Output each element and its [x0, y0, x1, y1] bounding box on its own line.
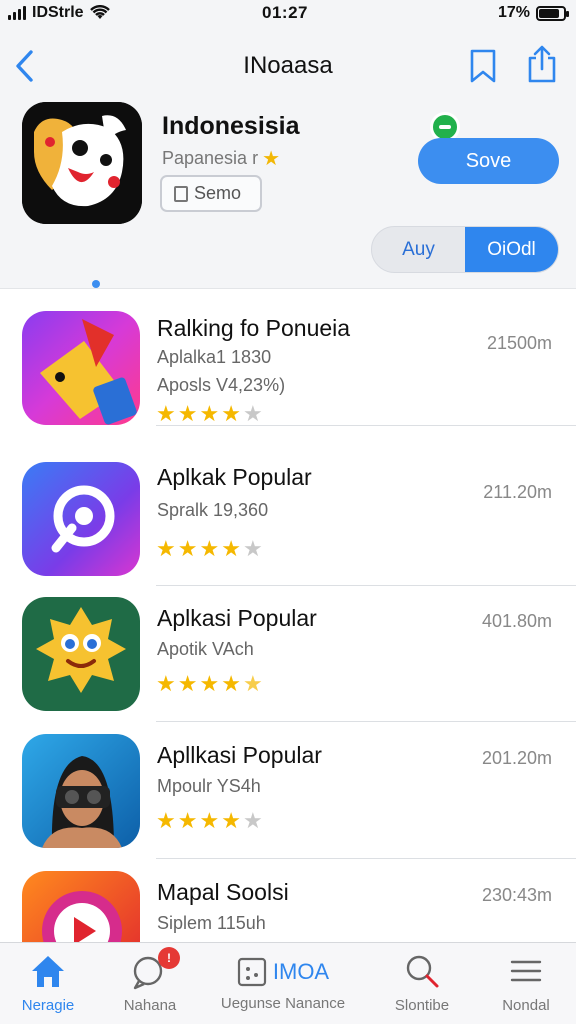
segmented-control: Auy OiOdl — [371, 226, 559, 273]
app-size: 401.80m — [481, 611, 552, 631]
star-icon: ★ — [199, 671, 220, 696]
app-title: Aplkasi Popular — [157, 605, 317, 631]
app-subtitle: Mpoulr YS4h — [157, 776, 261, 796]
featured-app-subtitle: Papanesia r ★ — [162, 146, 280, 171]
document-icon — [174, 185, 188, 202]
status-right: 17% — [497, 4, 569, 22]
featured-app-icon[interactable] — [22, 102, 142, 224]
star-icon: ★ — [199, 808, 220, 833]
rating-stars: ★ ★ ★ ★ ★ — [156, 673, 263, 695]
segment-option-a[interactable]: Auy — [372, 227, 465, 272]
apps-icon — [237, 957, 266, 987]
star-icon: ★ — [242, 401, 263, 426]
carrier-label: IDStrle — [32, 4, 84, 21]
app-title: Apllkasi Popular — [157, 742, 322, 768]
app-size: 230:43m — [481, 885, 552, 905]
featured-tag-button[interactable]: Semo — [160, 175, 262, 212]
app-icon — [22, 597, 140, 711]
battery-percent: 17% — [497, 4, 530, 21]
star-icon: ★ — [262, 148, 281, 170]
tab-label: Slontibe — [394, 997, 450, 1014]
chat-icon: ! — [130, 947, 180, 991]
app-icon — [22, 311, 140, 425]
star-icon: ★ — [177, 671, 198, 696]
star-icon: ★ — [156, 401, 176, 426]
app-subtitle: Aplalka1 1830 — [157, 347, 272, 367]
rating-stars: ★ ★ ★ ★ ★ — [156, 538, 263, 560]
app-size: 211.20m — [483, 482, 552, 502]
app-subtitle: Siplem 115uh — [157, 913, 266, 933]
menu-icon — [510, 960, 542, 982]
app-icon — [22, 462, 140, 576]
tab-apps-extra: IMOA — [272, 959, 330, 984]
clock: 01:27 — [262, 3, 308, 22]
tab-label: Nahana — [123, 997, 177, 1014]
tab-search[interactable]: Slontibe — [380, 943, 464, 1024]
tab-apps[interactable]: IMOA Uegunse Nanance — [210, 943, 356, 1024]
search-icon — [406, 955, 439, 988]
featured-subtitle-text: Papanesia r — [162, 148, 259, 168]
app-subtitle: Spralk 19,360 — [157, 500, 269, 520]
app-size: 201.20m — [481, 748, 552, 768]
featured-tag-label: Semo — [194, 183, 242, 203]
list-item[interactable]: Ralking fo Ponueia Aplalka1 1830 Aposls … — [0, 289, 576, 426]
tab-apps-header: IMOA — [237, 953, 329, 991]
tab-home[interactable]: Neragie — [8, 943, 88, 1024]
star-icon: ★ — [199, 536, 220, 561]
star-icon: ★ — [156, 671, 176, 696]
save-button[interactable]: Sove — [418, 138, 559, 184]
tab-label: Uegunse Nanance — [220, 995, 346, 1012]
tab-messages[interactable]: ! Nahana — [110, 943, 190, 1024]
star-icon: ★ — [177, 401, 198, 426]
star-icon: ★ — [221, 671, 241, 696]
list-item[interactable]: Aplkasi Popular Apotik VAch 401.80m ★ ★ ★ ★… — [0, 585, 576, 722]
featured-app-name: Indonesisia — [162, 112, 300, 140]
app-detail: Aposls V4,23%) — [157, 375, 286, 395]
star-icon: ★ — [156, 536, 176, 561]
list-item[interactable]: Aplkak Popular Spralk 19,360 211.20m ★ ★ ★… — [0, 448, 576, 586]
rating-stars: ★ ★ ★ ★ ★ — [156, 403, 263, 425]
app-list: Ralking fo Ponueia Aplalka1 1830 Aposls … — [0, 288, 576, 942]
star-icon: ★ — [177, 808, 198, 833]
signal-icon — [8, 6, 26, 20]
star-icon: ★ — [156, 808, 176, 833]
list-item[interactable]: Mapal Soolsi Siplem 115uh 230:43m ★★★★★ — [0, 859, 576, 942]
tab-bar: Neragie ! Nahana IMOA Uegunse Nanance Sl… — [0, 942, 576, 1024]
notification-badge: ! — [158, 947, 180, 969]
star-icon: ★ — [177, 536, 198, 561]
share-icon[interactable] — [526, 44, 558, 84]
app-subtitle: Apotik VAch — [157, 639, 254, 659]
battery-icon — [536, 5, 569, 21]
home-icon — [32, 956, 64, 987]
rating-stars: ★ ★ ★ ★ ★ — [156, 810, 263, 832]
app-header: INoaasa Indonesisia Papanesia r ★ Semo S… — [0, 26, 576, 288]
wifi-icon — [89, 5, 110, 19]
divider — [156, 425, 576, 426]
app-title: Aplkak Popular — [157, 464, 312, 490]
star-icon: ★ — [221, 808, 241, 833]
app-size: 21500m — [486, 333, 552, 353]
list-item[interactable]: Apllkasi Popular Mpoulr YS4h 201.20m ★ ★ ★… — [0, 722, 576, 859]
bookmark-icon[interactable] — [468, 48, 498, 84]
app-icon — [22, 871, 140, 942]
star-icon: ★ — [242, 536, 263, 561]
app-title: Mapal Soolsi — [157, 879, 289, 905]
star-icon: ★ — [221, 536, 241, 561]
star-icon: ★ — [221, 401, 241, 426]
tab-label: Nondal — [502, 997, 550, 1014]
app-title: Ralking fo Ponueia — [157, 315, 351, 341]
battery-fill — [539, 8, 560, 18]
page-indicator-dot — [92, 280, 100, 288]
segment-option-b[interactable]: OiOdl — [465, 227, 558, 272]
tab-label: Neragie — [21, 997, 75, 1014]
status-bar: IDStrle 01:27 17% — [0, 0, 576, 26]
star-icon: ★ — [242, 808, 263, 833]
star-icon: ★ — [199, 401, 220, 426]
star-icon: ★ — [242, 671, 263, 696]
app-icon — [22, 734, 140, 848]
status-left: IDStrle — [8, 4, 110, 22]
tab-menu[interactable]: Nondal — [490, 943, 562, 1024]
